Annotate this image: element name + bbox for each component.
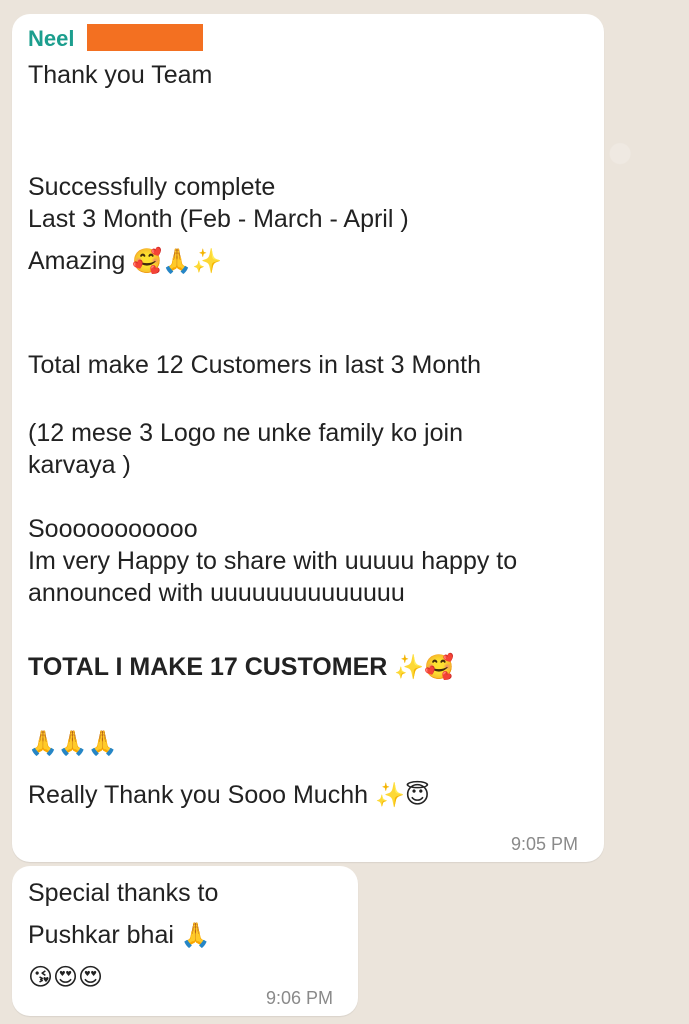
message-line-with-emoji: TOTAL I MAKE 17 CUSTOMER ✨🥰 [28,652,454,682]
message-timestamp: 9:06 PM [266,988,334,1008]
folded-hands-emoji: 🙏 [180,921,211,949]
message-line-with-emoji: Pushkar bhai 🙏 [28,920,211,950]
message-line-with-emoji: Really Thank you Sooo Muchh ✨😇 [28,780,430,810]
message-text: Really Thank you Sooo Muchh [28,781,369,809]
message-line: karvaya ) [28,451,131,479]
message-text: TOTAL I MAKE 17 CUSTOMER [28,653,388,681]
message-line: Thank you Team [28,61,213,89]
sparkles-smiling-hearts-emoji: ✨🥰 [394,653,455,681]
message-text: Amazing [28,247,126,275]
sender-name[interactable]: Neel [28,26,74,52]
message-line: announced with uuuuuuuuuuuuuu [28,579,405,607]
message-line-emoji-only: 😘😍😍 [28,962,103,992]
kiss-heart-eyes-emoji: 😘😍😍 [28,963,104,991]
message-line: Last 3 Month (Feb - March - April ) [28,205,409,233]
redacted-name-bar [87,24,203,51]
sparkles-halo-face-emoji: ✨😇 [374,781,430,809]
smiling-hearts-pray-sparkles-emoji: 🥰🙏✨ [132,247,222,275]
message-timestamp: 9:05 PM [511,834,579,854]
folded-hands-emoji: 🙏🙏🙏 [28,729,118,757]
message-text: Pushkar bhai [28,921,174,949]
message-line: Successfully complete [28,173,276,201]
message-line: Im very Happy to share with uuuuu happy … [28,547,518,575]
message-line: Total make 12 Customers in last 3 Month [28,351,481,379]
message-line-with-emoji: Amazing 🥰🙏✨ [28,246,222,276]
message-line: (12 mese 3 Logo ne unke family ko join [28,419,463,447]
message-line: Special thanks to [28,879,219,907]
message-line-emoji-only: 🙏🙏🙏 [28,728,118,758]
message-line: Sooooooooooo [28,515,198,543]
